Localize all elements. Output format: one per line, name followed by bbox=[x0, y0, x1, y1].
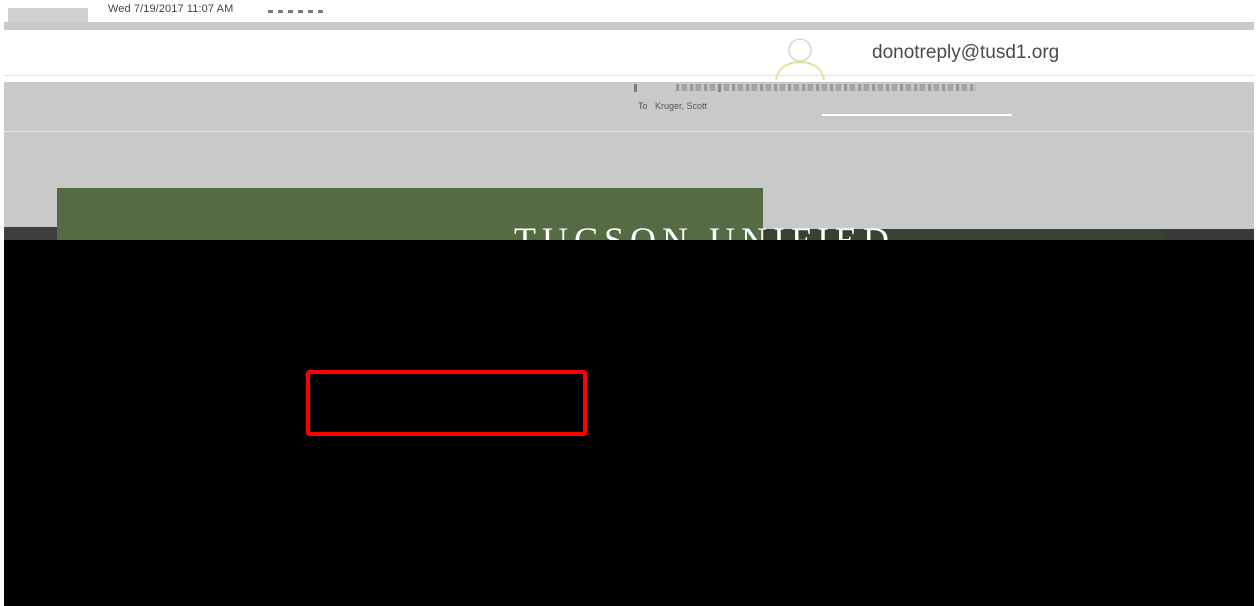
sender-row: donotreply@tusd1.org bbox=[4, 30, 1254, 82]
person-avatar-icon bbox=[775, 38, 825, 81]
header-divider bbox=[268, 10, 328, 13]
sender-address[interactable]: donotreply@tusd1.org bbox=[872, 42, 1059, 64]
divider bbox=[4, 75, 1254, 76]
highlight-box bbox=[306, 370, 587, 436]
header-placeholder bbox=[8, 8, 88, 22]
recipients-row: To Kruger, Scott bbox=[4, 82, 1254, 132]
recipient-name[interactable]: Kruger, Scott bbox=[655, 101, 707, 111]
to-label: To bbox=[638, 101, 648, 111]
message-date-time: Wed 7/19/2017 11:07 AM bbox=[108, 3, 234, 15]
banner-shadow-left bbox=[4, 227, 57, 240]
header-separator bbox=[4, 22, 1254, 30]
avatar[interactable] bbox=[770, 36, 830, 81]
message-body-top bbox=[4, 132, 1254, 240]
recipient-underline bbox=[822, 114, 1012, 116]
recipient-marker bbox=[634, 84, 637, 92]
email-message-frame: Wed 7/19/2017 11:07 AM donotreply@tusd1.… bbox=[4, 0, 1254, 606]
recipient-line bbox=[676, 84, 976, 91]
district-logo-text: TUCSON UNIFIED bbox=[514, 226, 895, 240]
to-field: To Kruger, Scott bbox=[638, 101, 707, 111]
